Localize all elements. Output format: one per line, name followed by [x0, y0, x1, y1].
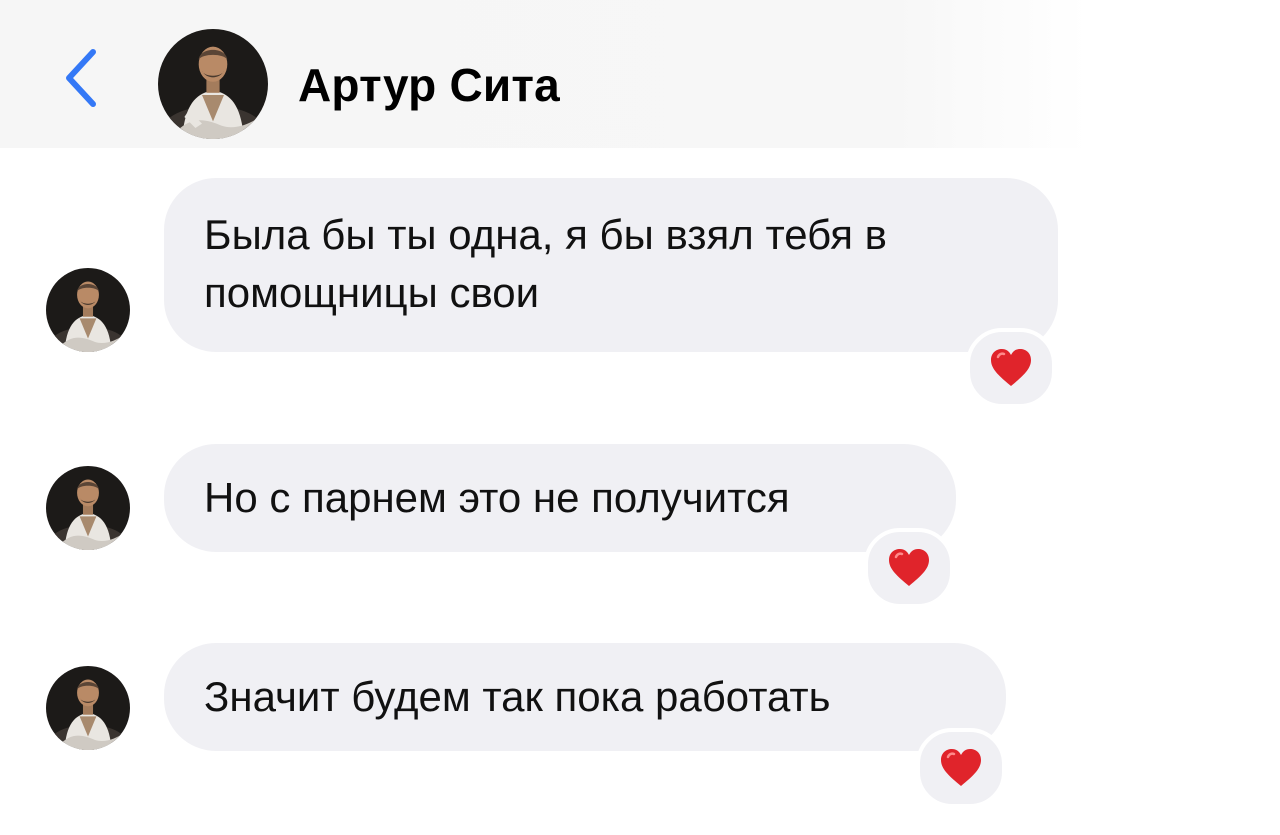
chat-screen: Артур Сита Была бы ты одна, я бы взял те… [0, 0, 1280, 835]
heart-icon [889, 549, 929, 586]
avatar-photo [46, 466, 130, 550]
reaction-badge[interactable] [966, 328, 1056, 408]
avatar-photo [158, 29, 268, 139]
message-line: Значит будем так пока работать [204, 673, 831, 720]
contact-name[interactable]: Артур Сита [298, 58, 560, 112]
contact-avatar[interactable] [158, 29, 268, 139]
sender-avatar[interactable] [46, 268, 130, 352]
message-line: Но с парнем это не получится [204, 474, 790, 521]
reaction-badge[interactable] [864, 528, 954, 608]
sender-avatar[interactable] [46, 466, 130, 550]
message-line: помощницы свои [204, 269, 540, 316]
heart-icon [991, 349, 1031, 386]
avatar-photo [46, 666, 130, 750]
avatar-photo [46, 268, 130, 352]
back-button[interactable] [56, 46, 106, 110]
chat-header: Артур Сита [0, 0, 1280, 148]
sender-avatar[interactable] [46, 666, 130, 750]
chevron-left-icon [66, 49, 96, 107]
message-line: Была бы ты одна, я бы взял тебя в [204, 211, 887, 258]
message-bubble[interactable]: Была бы ты одна, я бы взял тебя в помощн… [164, 178, 1058, 352]
heart-icon [941, 749, 981, 786]
reaction-badge[interactable] [916, 728, 1006, 808]
message-bubble[interactable]: Но с парнем это не получится [164, 444, 956, 552]
message-bubble[interactable]: Значит будем так пока работать [164, 643, 1006, 751]
